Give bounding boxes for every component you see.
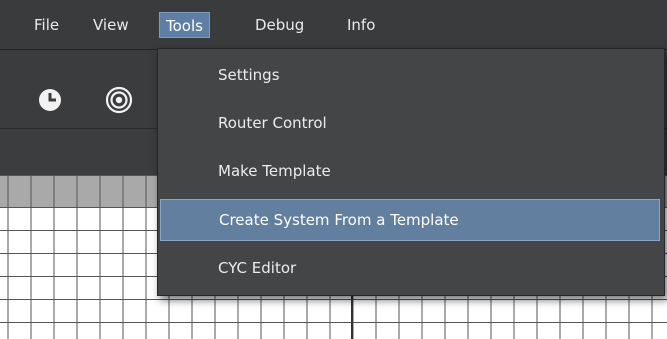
menu-item-create-system-from-template[interactable]: Create System From a Template — [160, 199, 660, 241]
menu-tools[interactable]: Tools — [159, 12, 210, 38]
menu-view[interactable]: View — [87, 12, 135, 38]
menu-debug[interactable]: Debug — [249, 12, 310, 38]
target-icon[interactable] — [105, 86, 133, 118]
menu-item-settings[interactable]: Settings — [160, 54, 660, 96]
tools-dropdown-menu: Settings Router Control Make Template Cr… — [157, 48, 665, 296]
menu-item-router-control[interactable]: Router Control — [160, 102, 660, 144]
menu-item-cyc-editor[interactable]: CYC Editor — [160, 247, 660, 289]
menu-bar: File View Tools Debug Info — [0, 0, 667, 50]
menu-file[interactable]: File — [28, 12, 65, 38]
menu-item-make-template[interactable]: Make Template — [160, 150, 660, 192]
clock-icon[interactable] — [37, 87, 63, 117]
menu-info[interactable]: Info — [341, 12, 381, 38]
